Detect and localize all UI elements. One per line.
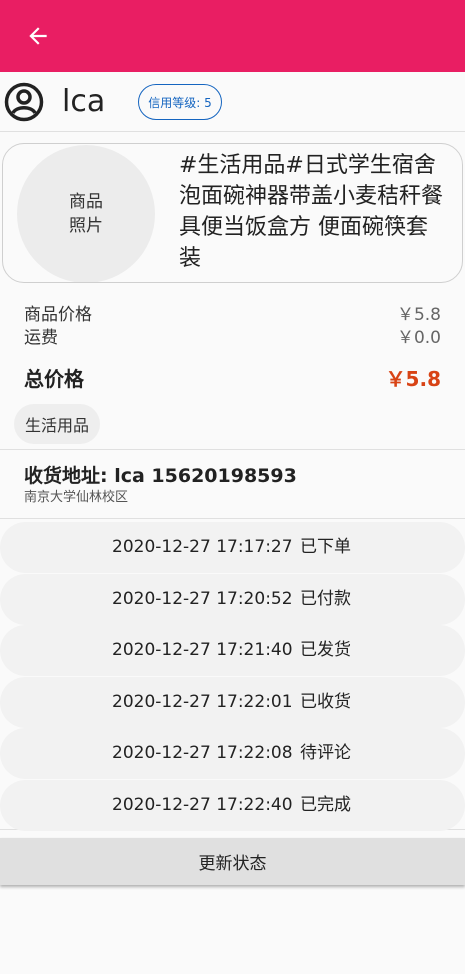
product-photo-placeholder: 商品 照片	[17, 145, 155, 282]
status-history-list: 2020-12-27 17:17:27 已下单 2020-12-27 17:20…	[0, 520, 465, 831]
user-info-row: lca 信用等级: 5	[0, 72, 465, 132]
total-row: 总价格 ￥5.8	[24, 366, 441, 392]
status-label: 已下单	[300, 537, 351, 557]
shipping-label: 运费	[24, 328, 58, 348]
item-price-row: 商品价格 ￥5.8	[24, 303, 441, 327]
status-history-item: 2020-12-27 17:22:01 已收货	[0, 677, 465, 728]
item-price-label: 商品价格	[24, 305, 92, 325]
status-history-item: 2020-12-27 17:22:08 待评论	[0, 728, 465, 779]
update-status-button[interactable]: 更新状态	[0, 838, 465, 885]
address-detail: 南京大学仙林校区	[24, 490, 129, 505]
price-summary: 商品价格 ￥5.8 运费 ￥0.0 总价格 ￥5.8 生活用品	[0, 300, 465, 450]
arrow-left-icon	[29, 27, 47, 45]
category-chip[interactable]: 生活用品	[14, 404, 100, 444]
status-history-item: 2020-12-27 17:20:52 已付款	[0, 574, 465, 625]
status-time: 2020-12-27 17:22:01	[112, 692, 293, 712]
status-time: 2020-12-27 17:21:40	[112, 640, 293, 660]
credit-level-badge[interactable]: 信用等级: 5	[138, 84, 222, 120]
shipping-address: 收货地址: lca 15620198593 南京大学仙林校区	[0, 451, 465, 519]
status-history-item: 2020-12-27 17:22:40 已完成	[0, 780, 465, 831]
total-label: 总价格	[24, 367, 84, 391]
status-time: 2020-12-27 17:17:27	[112, 537, 293, 557]
username: lca	[62, 84, 106, 119]
status-label: 已收货	[300, 692, 351, 712]
status-label: 已发货	[300, 640, 351, 660]
status-time: 2020-12-27 17:22:40	[112, 795, 293, 815]
photo-label-line2: 照片	[69, 216, 103, 236]
address-recipient: 收货地址: lca 15620198593	[24, 465, 297, 487]
product-card[interactable]: 商品 照片 #生活用品#日式学生宿舍泡面碗神器带盖小麦秸秆餐具便当饭盒方 便面碗…	[2, 143, 463, 283]
status-time: 2020-12-27 17:20:52	[112, 589, 293, 609]
photo-label-line1: 商品	[69, 192, 103, 212]
app-bar	[0, 0, 465, 72]
item-price-value: ￥5.8	[396, 305, 441, 325]
account-circle-icon	[4, 82, 44, 122]
status-label: 待评论	[300, 743, 351, 763]
status-label: 已完成	[300, 795, 351, 815]
total-value: ￥5.8	[385, 367, 441, 391]
status-history-item: 2020-12-27 17:17:27 已下单	[0, 522, 465, 573]
shipping-value: ￥0.0	[396, 328, 441, 348]
product-title: #生活用品#日式学生宿舍泡面碗神器带盖小麦秸秆餐具便当饭盒方 便面碗筷套装	[179, 153, 444, 271]
status-time: 2020-12-27 17:22:08	[112, 743, 293, 763]
status-label: 已付款	[300, 589, 351, 609]
status-history-item: 2020-12-27 17:21:40 已发货	[0, 625, 465, 676]
back-button[interactable]	[18, 18, 58, 54]
shipping-row: 运费 ￥0.0	[24, 326, 441, 350]
